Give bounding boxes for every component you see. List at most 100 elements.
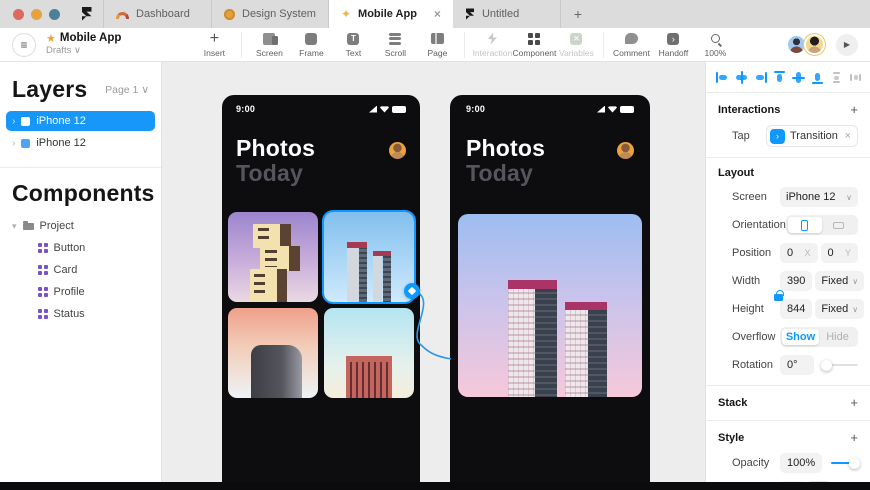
style-title: Style bbox=[718, 432, 744, 444]
align-center-horizontal-icon[interactable] bbox=[735, 71, 748, 84]
tab-dashboard[interactable]: Dashboard bbox=[104, 0, 212, 28]
height-mode-select[interactable]: Fixed∨ bbox=[815, 299, 864, 319]
orange-dot-icon bbox=[224, 9, 235, 20]
close-window-button[interactable] bbox=[13, 9, 24, 20]
slider-knob bbox=[821, 360, 832, 371]
project-info[interactable]: ★Mobile App Drafts ∨ bbox=[46, 32, 121, 56]
text-icon: T bbox=[347, 33, 359, 45]
component-item-profile[interactable]: Profile bbox=[0, 283, 161, 301]
interaction-action-label: Transition bbox=[790, 130, 838, 142]
variables-tool-button[interactable]: ✕ Variables bbox=[555, 32, 597, 58]
scroll-tool-button[interactable]: Scroll bbox=[374, 32, 416, 58]
align-center-vertical-icon[interactable] bbox=[792, 71, 805, 84]
add-interaction-button[interactable]: + bbox=[850, 102, 858, 117]
add-style-button[interactable]: + bbox=[850, 430, 858, 445]
overflow-show-option[interactable]: Show bbox=[782, 329, 819, 345]
handoff-button[interactable]: › Handoff bbox=[652, 32, 694, 58]
chevron-down-icon: ∨ bbox=[842, 193, 852, 202]
page-icon bbox=[431, 33, 444, 44]
profile-avatar[interactable] bbox=[389, 142, 406, 159]
comment-button[interactable]: Comment bbox=[610, 32, 652, 58]
width-mode-select[interactable]: Fixed∨ bbox=[815, 271, 864, 291]
align-bottom-icon[interactable] bbox=[811, 71, 824, 84]
home-tab[interactable] bbox=[70, 0, 104, 28]
photo-detail-twin-towers[interactable] bbox=[458, 214, 642, 397]
height-input[interactable]: 844 bbox=[780, 299, 812, 319]
align-right-icon[interactable] bbox=[754, 71, 767, 84]
component-folder-project[interactable]: ▾ Project bbox=[0, 217, 161, 235]
overflow-label: Overflow bbox=[732, 331, 775, 343]
minimize-window-button[interactable] bbox=[31, 9, 42, 20]
opacity-input[interactable]: 100% bbox=[780, 453, 822, 473]
rotation-input[interactable]: 0° bbox=[780, 355, 814, 375]
height-label: Height bbox=[732, 303, 764, 315]
screen-select[interactable]: iPhone 12∨ bbox=[780, 187, 858, 207]
remove-interaction-icon[interactable]: × bbox=[845, 130, 851, 142]
style-section: Style + Opacity 100% Radius 0 bbox=[706, 421, 870, 482]
insert-button[interactable]: + Insert bbox=[193, 32, 235, 58]
device-frame-iphone12-1[interactable]: 9:00 Photos Today bbox=[222, 95, 420, 482]
status-time: 9:00 bbox=[466, 104, 485, 114]
align-top-icon[interactable] bbox=[773, 71, 786, 84]
overflow-hide-option[interactable]: Hide bbox=[819, 329, 856, 345]
preview-play-button[interactable]: ▶ bbox=[836, 34, 858, 56]
tab-label: Untitled bbox=[482, 8, 519, 20]
app-subtitle: Today bbox=[466, 161, 545, 186]
opacity-slider[interactable] bbox=[831, 462, 858, 464]
text-tool-button[interactable]: T Text bbox=[332, 32, 374, 58]
tab-mobile-app[interactable]: ✦ Mobile App × bbox=[329, 0, 453, 28]
frame-tool-button[interactable]: Frame bbox=[290, 32, 332, 58]
main-menu-button[interactable]: ≡ bbox=[12, 33, 36, 57]
layers-panel: Layers Page 1 ∨ › iPhone 12 › iPhone 12 … bbox=[0, 62, 162, 482]
component-item-card[interactable]: Card bbox=[0, 261, 161, 279]
layer-item-iphone12-1[interactable]: › iPhone 12 bbox=[6, 111, 155, 131]
close-tab-icon[interactable]: × bbox=[424, 7, 441, 21]
align-left-icon[interactable] bbox=[716, 71, 729, 84]
tab-untitled[interactable]: Untitled bbox=[453, 0, 561, 28]
aspect-lock-icon[interactable] bbox=[774, 294, 783, 301]
chevron-down-icon: ∨ bbox=[141, 84, 149, 96]
zoom-window-button[interactable] bbox=[49, 9, 60, 20]
inspector-panel: Interactions + Tap › Transition × Layout… bbox=[705, 62, 870, 482]
app-title: Photos bbox=[466, 136, 545, 161]
photo-card-striped-building[interactable] bbox=[324, 308, 414, 398]
distribute-vertical-icon[interactable] bbox=[830, 71, 843, 84]
position-label: Position bbox=[732, 247, 771, 259]
zoom-level-button[interactable]: 100% bbox=[694, 32, 736, 58]
components-panel-title: Components bbox=[12, 180, 155, 207]
interaction-event-label[interactable]: Tap bbox=[732, 130, 750, 142]
canvas[interactable]: 9:00 Photos Today bbox=[162, 62, 705, 482]
photo-card-curved-tower[interactable] bbox=[228, 308, 318, 398]
screen-label: Screen bbox=[732, 191, 767, 203]
orientation-landscape-option[interactable] bbox=[822, 217, 856, 233]
page-selector[interactable]: Page 1 ∨ bbox=[105, 84, 149, 96]
new-tab-button[interactable]: + bbox=[561, 0, 595, 28]
position-x-input[interactable]: 0X bbox=[780, 243, 818, 263]
interaction-tool-button[interactable]: Interaction bbox=[471, 32, 513, 58]
page-tool-button[interactable]: Page bbox=[416, 32, 458, 58]
width-input[interactable]: 390 bbox=[780, 271, 812, 291]
rotation-slider[interactable] bbox=[823, 364, 858, 366]
photo-card-stacked-building[interactable] bbox=[228, 212, 318, 302]
profile-avatar[interactable] bbox=[617, 142, 634, 159]
component-tool-button[interactable]: Component bbox=[513, 32, 555, 58]
chevron-right-icon[interactable]: › bbox=[12, 138, 15, 149]
screen-tool-button[interactable]: Screen bbox=[248, 32, 290, 58]
component-item-button[interactable]: Button bbox=[0, 239, 161, 257]
distribute-horizontal-icon[interactable] bbox=[849, 71, 862, 84]
tab-design-system[interactable]: Design System bbox=[212, 0, 329, 28]
interaction-connector-node[interactable] bbox=[404, 283, 420, 299]
orientation-portrait-option[interactable] bbox=[788, 217, 822, 233]
collaborator-avatar[interactable] bbox=[804, 34, 825, 55]
battery-icon bbox=[392, 106, 406, 113]
layer-item-iphone12-2[interactable]: › iPhone 12 bbox=[6, 133, 155, 153]
chevron-right-icon[interactable]: › bbox=[12, 116, 15, 127]
interaction-action-pill[interactable]: › Transition × bbox=[766, 125, 858, 147]
chevron-down-icon[interactable]: ▾ bbox=[12, 221, 17, 232]
layers-panel-title: Layers bbox=[12, 76, 87, 103]
add-stack-button[interactable]: + bbox=[850, 395, 858, 410]
component-item-status[interactable]: Status bbox=[0, 305, 161, 323]
position-y-input[interactable]: 0Y bbox=[821, 243, 859, 263]
photo-card-twin-towers[interactable] bbox=[324, 212, 414, 302]
device-frame-iphone12-2[interactable]: 9:00 Photos Today bbox=[450, 95, 650, 482]
